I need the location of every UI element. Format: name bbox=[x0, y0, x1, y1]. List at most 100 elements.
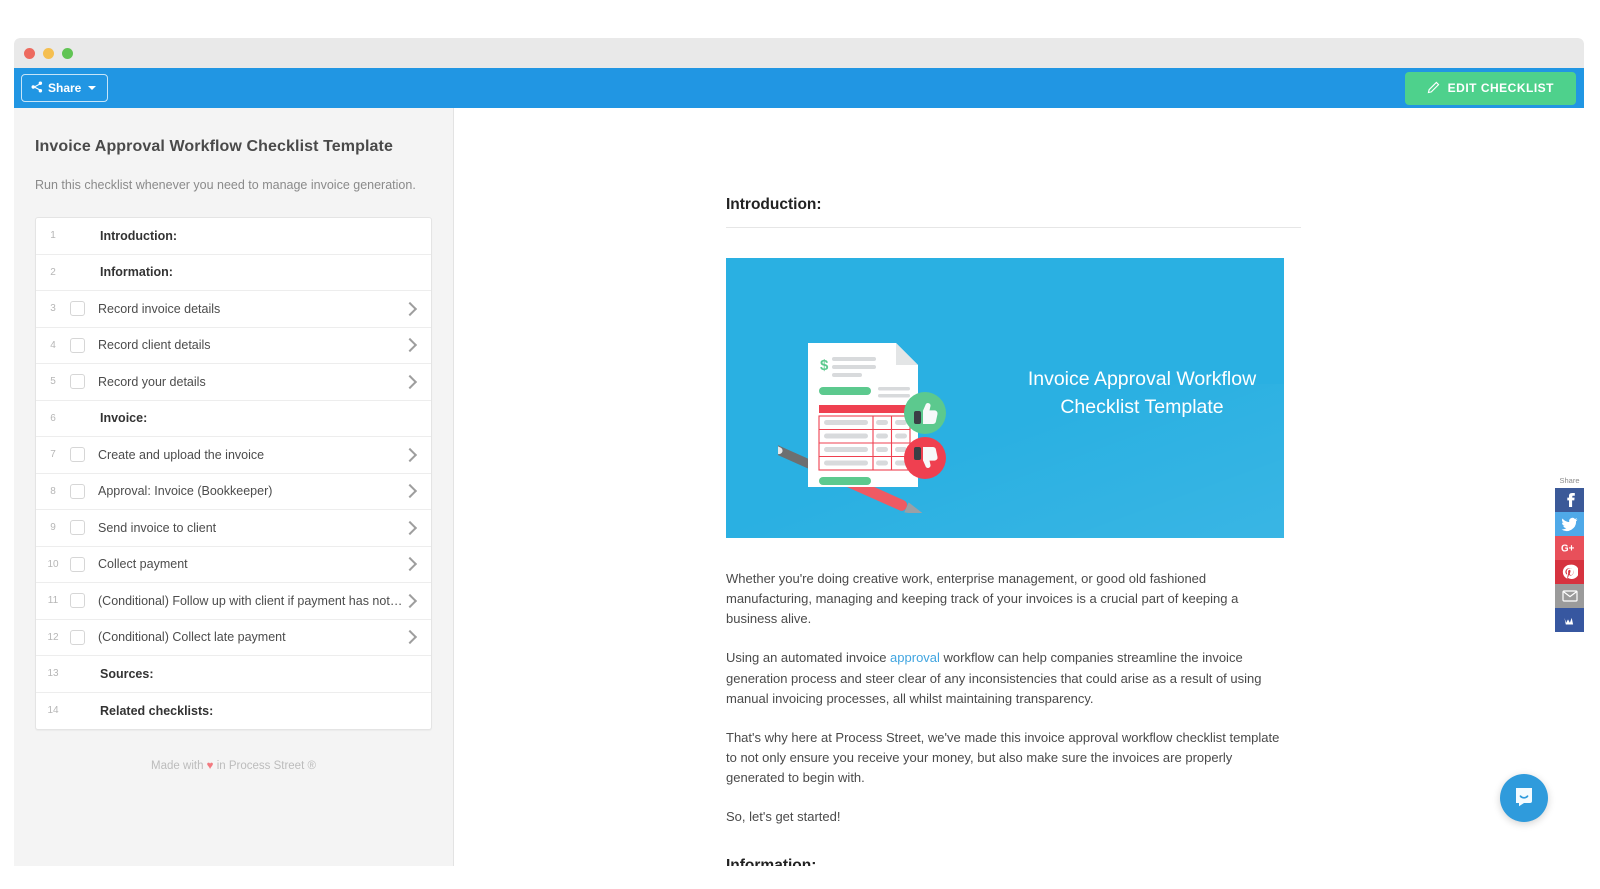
checklist-sidebar: Invoice Approval Workflow Checklist Temp… bbox=[14, 108, 454, 866]
pencil-icon bbox=[1427, 81, 1440, 96]
close-window-button[interactable] bbox=[24, 47, 35, 59]
hero-title-line-1: Invoice Approval Workflow bbox=[1027, 368, 1257, 390]
chevron-right-icon[interactable] bbox=[402, 484, 418, 499]
task-checkbox[interactable] bbox=[70, 337, 85, 353]
chevron-right-icon[interactable] bbox=[402, 447, 418, 462]
chevron-right-icon[interactable] bbox=[402, 338, 418, 353]
share-nodes-icon bbox=[31, 81, 43, 95]
task-number: 7 bbox=[50, 449, 56, 461]
chat-smiley-icon bbox=[1512, 784, 1536, 813]
heart-icon: ♥ bbox=[206, 760, 214, 772]
task-number: 2 bbox=[50, 266, 56, 278]
task-checkbox[interactable] bbox=[70, 447, 85, 463]
task-number: 1 bbox=[50, 230, 56, 242]
social-share-rail: Share G+ bbox=[1555, 476, 1584, 632]
task-checkbox[interactable] bbox=[70, 301, 85, 317]
zoom-window-button[interactable] bbox=[62, 47, 73, 59]
task-row[interactable]: 5 Record your details bbox=[36, 364, 431, 401]
edit-checklist-button[interactable]: EDIT CHECKLIST bbox=[1404, 71, 1576, 105]
task-label: Create and upload the invoice bbox=[98, 447, 265, 462]
share-pinterest-button[interactable] bbox=[1555, 560, 1584, 584]
page-body: Invoice Approval Workflow Checklist Temp… bbox=[14, 108, 1584, 866]
share-email-button[interactable] bbox=[1555, 584, 1584, 608]
browser-window: Share EDIT CHECKLIST Invoice Approval Wo… bbox=[14, 38, 1584, 866]
task-checkbox[interactable] bbox=[70, 556, 85, 572]
task-number: 12 bbox=[47, 631, 59, 643]
vk-icon bbox=[1561, 614, 1578, 627]
paragraph-4: So, let's get started! bbox=[726, 809, 841, 825]
task-label: Send invoice to client bbox=[98, 520, 217, 535]
task-number: 9 bbox=[50, 522, 56, 534]
task-row[interactable]: 13 Sources: bbox=[36, 656, 431, 693]
task-row[interactable]: 9 Send invoice to client bbox=[36, 510, 431, 547]
paragraph-2: Using an automated invoice approval work… bbox=[726, 648, 1286, 708]
chevron-right-icon[interactable] bbox=[402, 374, 418, 389]
window-titlebar bbox=[14, 38, 1584, 68]
minimize-window-button[interactable] bbox=[43, 47, 54, 59]
task-label: Record your details bbox=[98, 374, 206, 389]
task-row[interactable]: 6 Invoice: bbox=[36, 401, 431, 437]
hero-title: Invoice Approval Workflow Checklist Temp… bbox=[1012, 365, 1272, 422]
twitter-icon bbox=[1561, 516, 1578, 533]
googleplus-icon: G+ bbox=[1561, 541, 1579, 555]
task-row[interactable]: 1 Introduction: bbox=[36, 218, 431, 255]
paragraph-3: That's why here at Process Street, we've… bbox=[726, 729, 1280, 786]
hero-banner: $ Invoice Approval Workflow Checklist Te… bbox=[726, 258, 1284, 538]
pinterest-icon bbox=[1562, 564, 1578, 580]
chevron-down-icon bbox=[88, 86, 97, 90]
task-row[interactable]: 12 (Conditional) Collect late payment bbox=[36, 620, 431, 656]
task-checkbox[interactable] bbox=[70, 629, 85, 645]
task-row[interactable]: 2 Information: bbox=[36, 255, 431, 291]
hero-title-line-2: Checklist Template bbox=[1060, 396, 1224, 419]
task-number: 5 bbox=[50, 376, 56, 388]
task-number: 4 bbox=[50, 339, 56, 351]
task-row[interactable]: 8 Approval: Invoice (Bookkeeper) bbox=[36, 474, 431, 510]
paragraph-2-before: Using an automated invoice bbox=[726, 650, 891, 666]
envelope-icon bbox=[1561, 590, 1578, 602]
task-checkbox[interactable] bbox=[70, 374, 85, 390]
task-row[interactable]: 11 (Conditional) Follow up with client if… bbox=[36, 583, 431, 620]
task-row[interactable]: 10 Collect payment bbox=[36, 547, 431, 583]
chevron-right-icon[interactable] bbox=[402, 301, 418, 316]
chevron-right-icon[interactable] bbox=[402, 593, 418, 608]
chevron-right-icon[interactable] bbox=[402, 520, 418, 535]
task-number: 14 bbox=[47, 705, 59, 717]
task-row[interactable]: 4 Record client details bbox=[36, 328, 431, 364]
task-number: 6 bbox=[50, 412, 56, 424]
task-number: 8 bbox=[50, 485, 56, 497]
task-label: Invoice: bbox=[100, 411, 148, 426]
task-number: 13 bbox=[47, 668, 59, 680]
share-googleplus-button[interactable]: G+ bbox=[1555, 536, 1584, 560]
main-content: Introduction: $ Invoice Approval Workflo… bbox=[726, 108, 1301, 866]
facebook-icon bbox=[1562, 492, 1578, 508]
share-button-label: Share bbox=[48, 81, 82, 95]
share-twitter-button[interactable] bbox=[1555, 512, 1584, 536]
edit-checklist-label: EDIT CHECKLIST bbox=[1447, 81, 1554, 95]
task-row[interactable]: 14 Related checklists: bbox=[36, 693, 431, 730]
app-toolbar: Share EDIT CHECKLIST bbox=[14, 68, 1584, 108]
share-facebook-button[interactable] bbox=[1555, 488, 1584, 512]
approval-link[interactable]: approval bbox=[890, 650, 940, 665]
task-label: Approval: Invoice (Bookkeeper) bbox=[98, 484, 273, 499]
task-checkbox[interactable] bbox=[70, 483, 85, 499]
task-label: Sources: bbox=[100, 666, 154, 681]
share-vk-button[interactable] bbox=[1555, 608, 1584, 632]
task-list: 1 Introduction: 2 Information: 3 Record invoi… bbox=[35, 217, 432, 730]
share-button[interactable]: Share bbox=[21, 74, 109, 102]
task-row[interactable]: 3 Record invoice details bbox=[36, 291, 431, 328]
task-row[interactable]: 7 Create and upload the invoice bbox=[36, 437, 431, 474]
task-label: Record client details bbox=[98, 338, 211, 353]
checklist-subtitle: Run this checklist whenever you need to … bbox=[35, 178, 416, 192]
chevron-right-icon[interactable] bbox=[402, 630, 418, 645]
task-label: Introduction: bbox=[100, 228, 178, 243]
chevron-right-icon[interactable] bbox=[402, 557, 418, 572]
intercom-launcher-button[interactable] bbox=[1500, 774, 1548, 822]
task-number: 3 bbox=[50, 303, 56, 315]
task-checkbox[interactable] bbox=[70, 520, 85, 536]
task-label: Information: bbox=[100, 265, 173, 280]
task-checkbox[interactable] bbox=[70, 593, 85, 609]
share-rail-label: Share bbox=[1559, 476, 1580, 485]
task-number: 10 bbox=[47, 558, 59, 570]
footer-suffix: in Process Street ® bbox=[216, 760, 316, 772]
checklist-footer: Made with ♥ in Process Street ® bbox=[35, 760, 432, 772]
